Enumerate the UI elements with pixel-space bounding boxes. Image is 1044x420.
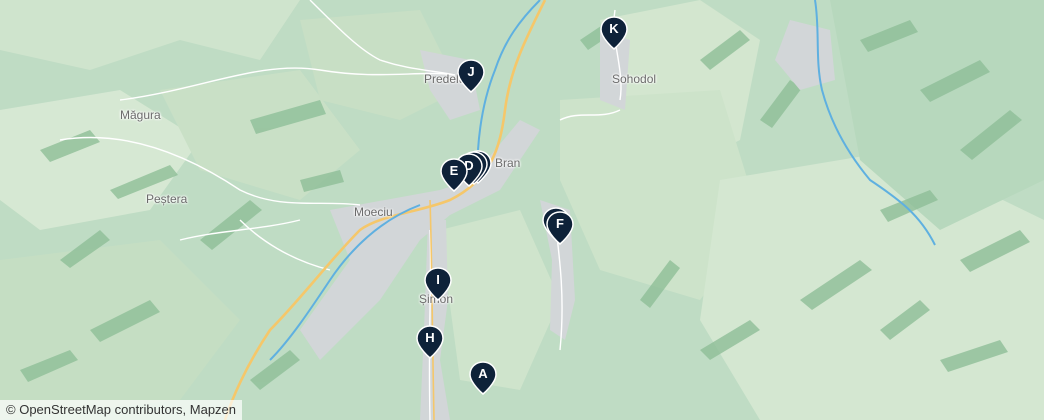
map-marker-label: H [425,330,435,345]
map-marker-k[interactable]: K [600,16,628,50]
map-marker-i[interactable]: I [424,267,452,301]
map-marker-e[interactable]: E [440,158,468,192]
place-label-moeciu: Moeciu [354,205,393,219]
place-label-pestera: Peștera [146,192,188,206]
mapzen-attribution-link[interactable]: Mapzen [190,402,236,417]
place-label-sohodol: Sohodol [612,72,657,86]
attribution-separator: , [182,402,190,417]
map-marker-label: A [478,366,488,381]
map-marker-h[interactable]: H [416,325,444,359]
map-marker-a[interactable]: A [469,361,497,395]
place-label-magura: Măgura [120,108,161,122]
map-attribution: © OpenStreetMap contributors, Mapzen [0,400,243,420]
copyright-symbol: © [6,402,16,417]
map-marker-label: J [467,64,475,79]
place-label-bran: Bran [495,156,521,170]
map-marker-label: F [556,216,564,231]
map-canvas[interactable]: Măgura Peștera Moeciu Predelu Bran Sohod… [0,0,1044,420]
map-basemap [0,0,1044,420]
osm-attribution-link[interactable]: OpenStreetMap contributors [19,402,182,417]
map-marker-f[interactable]: F [546,211,574,245]
map-marker-label: K [609,21,619,36]
map-marker-label: E [449,163,459,178]
map-marker-j[interactable]: J [457,59,485,93]
map-marker-label: I [436,272,440,287]
